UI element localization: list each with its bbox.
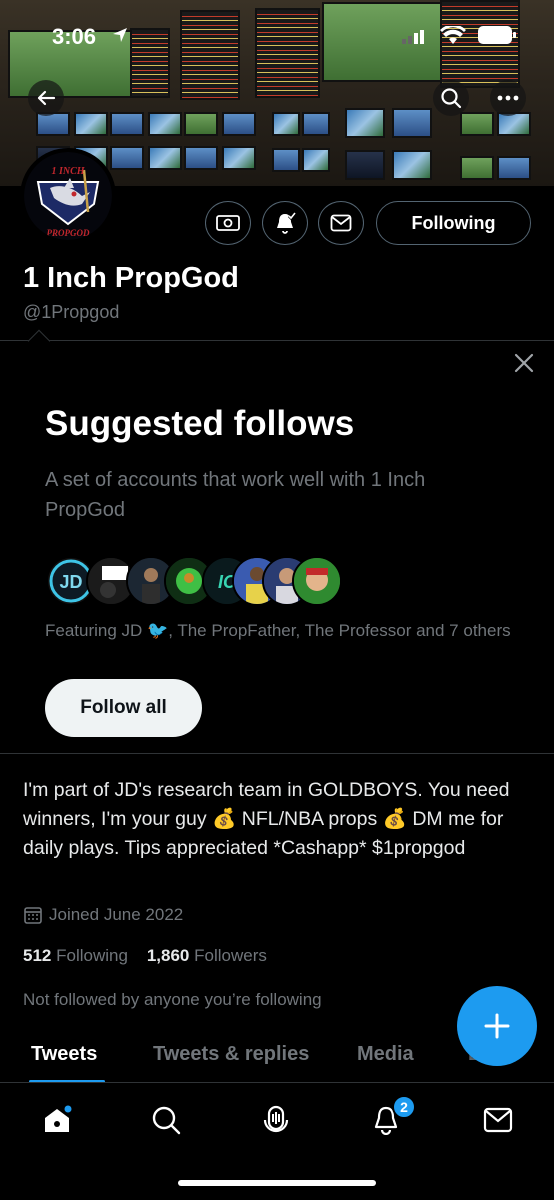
- followers-count: 1,860: [146, 946, 190, 965]
- follow-counts: 512 Following 1,860 Followers: [23, 946, 267, 966]
- logo-text-bottom: PROPGOD: [47, 228, 90, 238]
- divider: [0, 753, 554, 754]
- propgod-logo: 1 INCH PROPGOD: [24, 152, 112, 240]
- svg-text:JD: JD: [59, 572, 82, 592]
- profile-bio: I'm part of JD's research team in GOLDBO…: [23, 779, 510, 859]
- suggested-subtitle: A set of accounts that work well with 1 …: [45, 469, 426, 521]
- home-icon: [45, 1105, 72, 1132]
- following-count: 512: [23, 946, 52, 965]
- back-button[interactable]: [28, 80, 64, 116]
- battery-icon: [478, 26, 516, 44]
- search-icon: [441, 88, 462, 109]
- message-button[interactable]: [318, 201, 364, 245]
- search-button[interactable]: [433, 80, 469, 116]
- tab-tweets-replies[interactable]: Tweets & replies: [153, 1043, 309, 1066]
- location-arrow-icon: [113, 28, 127, 42]
- money-icon: [216, 215, 240, 231]
- joined-text: Joined June 2022: [49, 905, 184, 924]
- cellular-signal-icon: [402, 30, 424, 44]
- nav-spaces[interactable]: [259, 1103, 293, 1137]
- follow-all-button[interactable]: Follow all: [45, 679, 202, 737]
- profile-avatar[interactable]: 1 INCH PROPGOD: [20, 148, 116, 244]
- home-indicator: [178, 1180, 376, 1186]
- suggested-featuring: Featuring JD 🐦, The PropFather, The Prof…: [45, 621, 511, 640]
- nav-messages[interactable]: [481, 1103, 515, 1137]
- avatar-cartoon[interactable]: [292, 556, 342, 606]
- search-icon: [152, 1106, 181, 1135]
- tab-media[interactable]: Media: [357, 1043, 414, 1066]
- suggested-pointer: [27, 329, 51, 353]
- envelope-icon: [483, 1107, 513, 1133]
- status-time: 3:06: [52, 24, 97, 49]
- not-followed-text: Not followed by anyone you’re following: [23, 990, 322, 1009]
- status-bar: 3:06: [0, 0, 554, 70]
- notifications-subscribe-button[interactable]: [262, 201, 308, 245]
- close-icon[interactable]: [510, 349, 538, 377]
- divider: [0, 340, 554, 341]
- tip-button[interactable]: [205, 201, 251, 245]
- joined-date: Joined June 2022: [23, 905, 183, 925]
- logo-text-top: 1 INCH: [51, 166, 85, 177]
- tab-tweets[interactable]: Tweets: [31, 1043, 97, 1066]
- following-button[interactable]: Following: [376, 201, 531, 245]
- profile-name: 1 Inch PropGod: [23, 262, 239, 294]
- nav-home[interactable]: [40, 1103, 74, 1137]
- following-label: Following: [56, 946, 128, 965]
- profile-handle: @1Propgod: [23, 302, 120, 322]
- more-dots-icon: [497, 95, 519, 101]
- wifi-icon: [440, 26, 466, 44]
- plus-icon: [484, 1013, 510, 1039]
- nav-explore[interactable]: [149, 1103, 183, 1137]
- calendar-icon: [24, 907, 42, 924]
- followers-count-link[interactable]: 1,860 Followers: [147, 946, 267, 965]
- notifications-badge: 2: [392, 1095, 416, 1119]
- bell-check-icon: [277, 212, 297, 234]
- followers-label: Followers: [194, 946, 267, 965]
- more-button[interactable]: [490, 80, 526, 116]
- suggested-title: Suggested follows: [45, 404, 355, 443]
- spaces-microphone-icon: [263, 1105, 289, 1133]
- arrow-left-icon: [37, 90, 56, 106]
- following-count-link[interactable]: 512 Following: [23, 946, 128, 965]
- envelope-icon: [330, 214, 352, 232]
- compose-tweet-button[interactable]: [457, 986, 537, 1066]
